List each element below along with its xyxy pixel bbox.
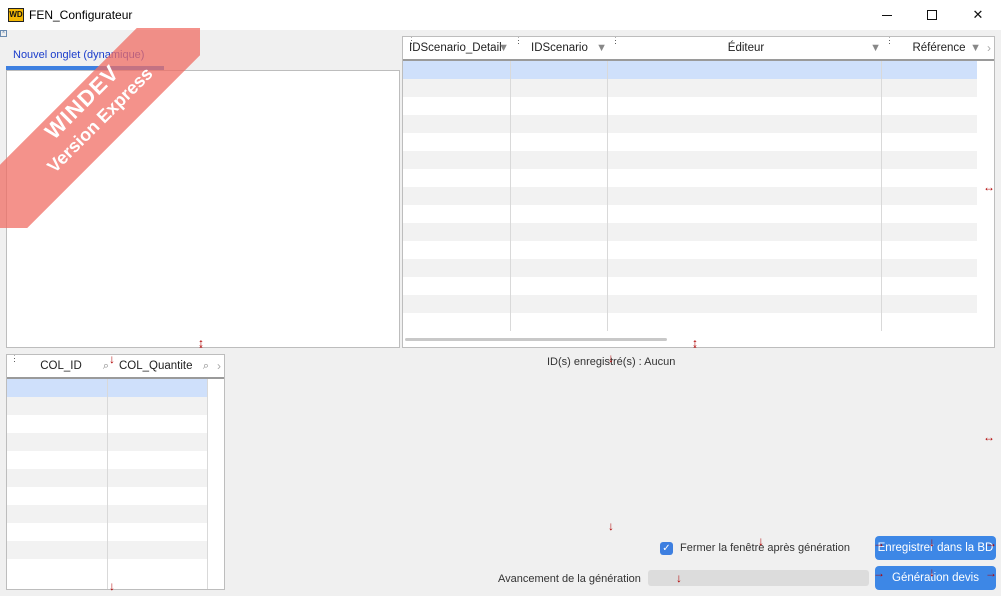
column-header-idscenario[interactable]: IDScenario ▼ xyxy=(531,37,607,59)
horizontal-scrollbar[interactable] xyxy=(405,338,667,341)
anchor-marker: → xyxy=(985,536,997,550)
column-header-reference[interactable]: Référence ▼ xyxy=(895,37,983,59)
anchor-marker: → xyxy=(873,536,885,550)
column-drag-handle[interactable]: ⋮ xyxy=(514,37,523,45)
filter-icon[interactable]: ▼ xyxy=(596,37,607,59)
column-header-editeur[interactable]: Éditeur ▼ xyxy=(609,37,883,59)
tab-dynamic[interactable]: Nouvel onglet (dynamique) xyxy=(6,44,164,70)
maximize-icon xyxy=(927,10,937,20)
table-row[interactable] xyxy=(403,133,977,151)
table-row[interactable] xyxy=(403,241,977,259)
anchor-marker: ↨ xyxy=(198,336,204,350)
table-row[interactable] xyxy=(403,223,977,241)
save-db-button[interactable]: Enregistrer dans la BD xyxy=(875,536,996,560)
table-row[interactable] xyxy=(403,313,977,331)
column-header-idscenario-detail[interactable]: IDScenario_Detail ▼ xyxy=(407,37,511,59)
close-button[interactable]: ✕ xyxy=(955,0,1001,30)
table-row[interactable] xyxy=(403,169,977,187)
table-row[interactable] xyxy=(403,277,977,295)
table-row[interactable] xyxy=(403,151,977,169)
close-after-generation-checkbox[interactable]: ✓ Fermer la fenêtre après génération xyxy=(660,541,850,555)
anchor-marker: ↨ xyxy=(692,336,698,350)
anchor-marker: ↓ xyxy=(676,571,682,585)
table-header: ⋮ IDScenario_Detail ▼ ⋮ IDScenario ▼ ⋮ É… xyxy=(403,37,994,61)
window-title: FEN_Configurateur xyxy=(29,8,133,22)
table-row[interactable] xyxy=(403,97,977,115)
anchor-marker: ↓ xyxy=(109,579,115,593)
table-header: ⋮ COL_ID ⌕ COL_Quantite ⌕ › xyxy=(7,355,224,379)
generate-quote-button[interactable]: Génération devis xyxy=(875,566,996,590)
table-row[interactable] xyxy=(403,295,977,313)
anchor-marker: ↔ xyxy=(983,180,995,194)
anchor-marker: ↓ xyxy=(608,351,614,365)
scenario-table[interactable]: ⋮ IDScenario_Detail ▼ ⋮ IDScenario ▼ ⋮ É… xyxy=(402,36,995,348)
filter-icon[interactable]: ▼ xyxy=(970,37,981,59)
table-row[interactable] xyxy=(403,79,977,97)
column-drag-handle[interactable]: ⋮ xyxy=(885,37,894,45)
minimize-icon xyxy=(882,14,892,16)
app-icon: WD xyxy=(8,8,24,22)
column-header-col-id[interactable]: COL_ID ⌕ xyxy=(11,355,111,377)
checkbox-checked-icon[interactable]: ✓ xyxy=(660,541,673,555)
close-icon: ✕ xyxy=(972,7,984,22)
tab-panel xyxy=(6,70,400,348)
anchor-marker: → xyxy=(985,566,997,580)
column-header-col-quantite[interactable]: COL_Quantite ⌕ xyxy=(115,355,209,377)
table-row[interactable] xyxy=(403,187,977,205)
configurator-window: WD FEN_Configurateur ✕ × Nouvel onglet (… xyxy=(0,0,1001,596)
anchor-marker: → xyxy=(873,566,885,580)
title-bar: WD FEN_Configurateur ✕ xyxy=(0,0,1001,30)
progress-label: Avancement de la génération xyxy=(498,573,641,585)
close-after-generation-label: Fermer la fenêtre après génération xyxy=(680,542,850,554)
close-tab-icon[interactable]: × xyxy=(0,30,7,37)
anchor-marker: ↓ xyxy=(608,519,614,533)
anchor-marker: ↔ xyxy=(983,430,995,444)
minimize-button[interactable] xyxy=(864,0,910,30)
table-row[interactable] xyxy=(403,259,977,277)
chevron-right-icon[interactable]: › xyxy=(217,359,221,373)
anchor-marker: ↓ xyxy=(109,352,115,366)
tab-label: Nouvel onglet (dynamique) xyxy=(13,49,145,61)
filter-icon[interactable]: ▼ xyxy=(498,37,509,59)
table-row[interactable] xyxy=(403,205,977,223)
chevron-right-icon[interactable]: › xyxy=(987,41,991,55)
table-row[interactable] xyxy=(403,61,977,79)
anchor-marker: ↓ xyxy=(758,534,764,548)
table-row[interactable] xyxy=(403,115,977,133)
anchor-marker: ↓ xyxy=(929,565,935,579)
filter-icon[interactable]: ▼ xyxy=(870,37,881,59)
search-icon[interactable]: ⌕ xyxy=(203,355,209,377)
col-table[interactable]: ⋮ COL_ID ⌕ COL_Quantite ⌕ › xyxy=(6,354,225,590)
maximize-button[interactable] xyxy=(909,0,955,30)
anchor-marker: ↓ xyxy=(929,535,935,549)
